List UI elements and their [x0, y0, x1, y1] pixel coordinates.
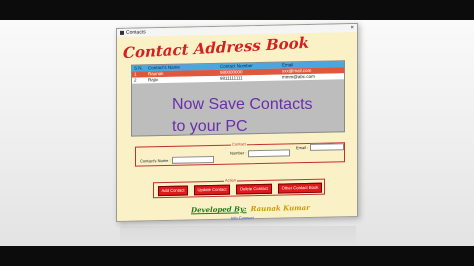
- developer-credit: Developed By: Raunak Kumar: [191, 203, 310, 214]
- number-field[interactable]: [248, 149, 290, 158]
- cell-email: mmm@abc.com: [282, 73, 315, 80]
- action-legend: Action: [224, 177, 238, 183]
- email-field[interactable]: [310, 143, 344, 151]
- name-field[interactable]: [172, 155, 214, 164]
- overlay-line-1: Now Save Contacts: [172, 96, 313, 113]
- delete-contact-button[interactable]: Delete Contact: [236, 183, 272, 195]
- developer-name: Raunak Kumar: [250, 202, 310, 214]
- update-contact-button[interactable]: Update Contact: [194, 184, 230, 196]
- email-label: Email :: [296, 144, 309, 151]
- window-title: Contacts: [126, 29, 146, 36]
- cell-sn: 2: [134, 77, 137, 83]
- overlay-line-2: to your PC: [172, 118, 248, 135]
- window-reflection: [120, 226, 356, 246]
- video-letterbox-top: [0, 0, 474, 20]
- action-group: Action Add Contact Update Contact Delete…: [153, 177, 325, 199]
- app-heading: Contact Address Book: [123, 33, 310, 63]
- other-contact-book-button[interactable]: Other Contact Book: [278, 182, 322, 194]
- number-label: Number :: [230, 150, 247, 156]
- app-icon: [120, 30, 124, 35]
- form-legend: Contact: [231, 141, 247, 147]
- name-label: Contact's Name :: [140, 157, 171, 164]
- video-letterbox-bottom: [0, 246, 474, 266]
- close-icon[interactable]: ×: [350, 24, 354, 32]
- developer-label: Developed By:: [191, 204, 247, 215]
- info-link[interactable]: Info Connect: [231, 215, 254, 220]
- contact-form: Contact Contact's Name : Number : Email …: [135, 141, 345, 167]
- cell-name: Rajiv: [148, 77, 159, 83]
- add-contact-button[interactable]: Add Contact: [158, 185, 188, 197]
- cell-number: 9811111111: [220, 75, 243, 81]
